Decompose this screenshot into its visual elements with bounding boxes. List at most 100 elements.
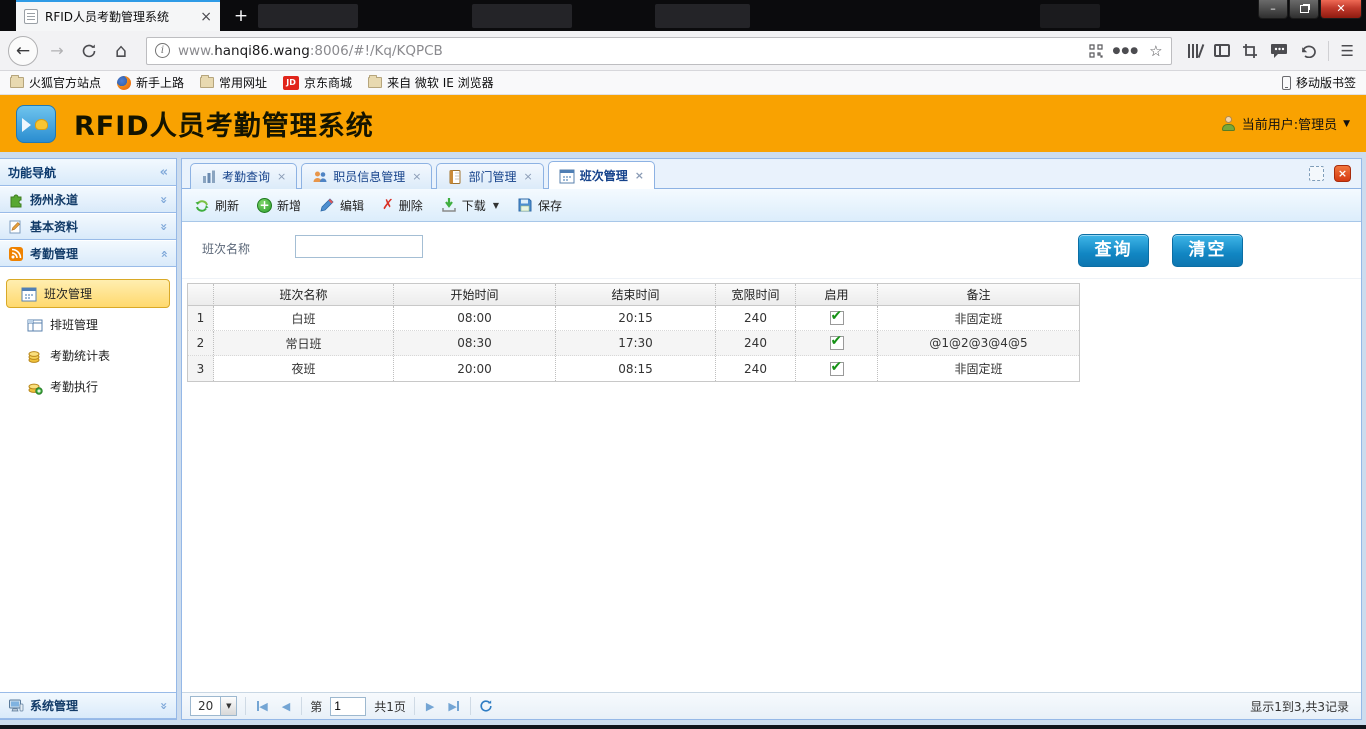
table-row[interactable]: 2 常日班 08:30 17:30 240 ✔ @1@2@3@4@5	[188, 331, 1079, 356]
page-size-select[interactable]: 20 ▼	[190, 696, 237, 716]
edit-button[interactable]: 编辑	[319, 197, 364, 214]
site-info-icon[interactable]: i	[155, 43, 170, 58]
column-header[interactable]: 结束时间	[556, 284, 716, 306]
url-bar[interactable]: i www.hanqi86.wang:8006/#!/Kq/KQPCB ●●● …	[146, 37, 1172, 65]
sidebar-item-attendance-execution[interactable]: 考勤执行	[6, 372, 170, 401]
last-page-button[interactable]: ▶	[445, 700, 461, 713]
bookmark-item[interactable]: 新手上路	[117, 74, 184, 91]
reload-button[interactable]	[76, 38, 102, 64]
sidebar-group-attendance[interactable]: 考勤管理 »	[0, 240, 176, 267]
home-button[interactable]: ⌂	[108, 38, 134, 64]
back-button[interactable]: ←	[8, 36, 38, 66]
browser-titlebar: RFID人员考勤管理系统 × + – ✕	[0, 0, 1366, 31]
sidebar-toggle-icon[interactable]	[1214, 44, 1230, 57]
record-count-status: 显示1到3,共3记录	[1250, 698, 1353, 715]
tab-close-icon[interactable]: ×	[635, 169, 644, 182]
sidebar-group-system[interactable]: 系统管理 »	[0, 692, 176, 719]
sidebar-group-basic-data[interactable]: 基本资料 »	[0, 213, 176, 240]
enabled-checkbox[interactable]: ✔	[830, 362, 844, 376]
hamburger-menu-icon[interactable]: ☰	[1341, 42, 1354, 60]
tab-close-icon[interactable]: ×	[412, 170, 421, 183]
shift-name-cell: 白班	[214, 306, 394, 330]
prev-page-button[interactable]: ◀	[279, 700, 293, 713]
firefox-icon	[117, 76, 131, 90]
bookmark-item[interactable]: JD京东商城	[283, 74, 352, 91]
mobile-bookmarks[interactable]: 移动版书签	[1282, 74, 1356, 91]
browser-tab-active[interactable]: RFID人员考勤管理系统 ×	[16, 0, 220, 31]
restore-icon	[1300, 5, 1309, 13]
row-number: 2	[188, 331, 214, 355]
undo-icon[interactable]	[1300, 44, 1316, 58]
sidebar-collapse-icon[interactable]: «	[160, 165, 168, 180]
download-dropdown-caret-icon[interactable]: ▼	[493, 201, 499, 210]
save-button[interactable]: 保存	[517, 197, 562, 214]
tab-close-icon[interactable]: ×	[200, 9, 212, 25]
bookmark-folder[interactable]: 常用网址	[200, 74, 267, 91]
chat-icon[interactable]	[1270, 43, 1288, 58]
browser-tab-title: RFID人员考勤管理系统	[45, 8, 193, 25]
window-controls: – ✕	[1257, 0, 1362, 19]
first-page-button[interactable]: ◀	[254, 700, 270, 713]
notebook-icon	[447, 169, 463, 185]
coins-add-icon	[27, 379, 43, 395]
tab-attendance-query[interactable]: 考勤查询 ×	[190, 163, 297, 189]
clear-button[interactable]: 清空	[1172, 234, 1243, 267]
chevron-down-icon: »	[157, 223, 171, 231]
window-restore-button[interactable]	[1289, 0, 1319, 19]
shift-name-input[interactable]	[295, 235, 423, 258]
forward-button[interactable]: →	[44, 38, 70, 64]
new-tab-button[interactable]: +	[228, 4, 254, 28]
window-minimize-button[interactable]: –	[1258, 0, 1288, 19]
maximize-panel-icon[interactable]	[1309, 166, 1324, 181]
grace-time-cell: 240	[716, 331, 796, 355]
pager-refresh-icon[interactable]	[479, 699, 493, 713]
column-header[interactable]: 备注	[878, 284, 1079, 306]
table-row[interactable]: 1 白班 08:00 20:15 240 ✔ 非固定班	[188, 306, 1079, 331]
tab-shift-management-active[interactable]: 班次管理 ×	[548, 161, 655, 189]
refresh-button[interactable]: 刷新	[194, 197, 239, 214]
screenshot-icon[interactable]	[1242, 43, 1258, 59]
query-button[interactable]: 查询	[1078, 234, 1149, 267]
tab-close-icon[interactable]: ×	[277, 170, 286, 183]
tab-department-management[interactable]: 部门管理 ×	[436, 163, 543, 189]
bookmark-folder[interactable]: 来自 微软 IE 浏览器	[368, 74, 494, 91]
column-header[interactable]: 启用	[796, 284, 878, 306]
next-page-button[interactable]: ▶	[423, 700, 437, 713]
enabled-checkbox[interactable]: ✔	[830, 336, 844, 350]
sidebar-header: 功能导航 «	[0, 159, 176, 186]
column-header[interactable]: 开始时间	[394, 284, 556, 306]
shift-name-cell: 常日班	[214, 331, 394, 355]
sidebar-item-shift-management[interactable]: 班次管理	[6, 279, 170, 308]
sidebar-item-schedule-management[interactable]: 排班管理	[6, 310, 170, 339]
enabled-checkbox[interactable]: ✔	[830, 311, 844, 325]
tab-close-icon[interactable]: ×	[523, 170, 532, 183]
start-time-cell: 08:30	[394, 331, 556, 355]
browser-window: RFID人员考勤管理系统 × + – ✕ ← → ⌂ i www.hanqi86…	[0, 0, 1366, 729]
column-header[interactable]: 班次名称	[214, 284, 394, 306]
url-text[interactable]: www.hanqi86.wang:8006/#!/Kq/KQPCB	[178, 43, 1081, 59]
table-row[interactable]: 3 夜班 20:00 08:15 240 ✔ 非固定班	[188, 356, 1079, 381]
add-button[interactable]: + 新增	[257, 197, 301, 214]
page-number-input[interactable]	[330, 697, 366, 716]
browser-navbar: ← → ⌂ i www.hanqi86.wang:8006/#!/Kq/KQPC…	[0, 31, 1366, 71]
row-number: 1	[188, 306, 214, 330]
page-actions-icon[interactable]: ●●●	[1113, 46, 1140, 56]
main-layout: 功能导航 « 扬州永道 » 基本资料 » 考勤管理 » 班次管	[0, 152, 1366, 725]
delete-button[interactable]: ✗ 删除	[382, 197, 423, 214]
page-favicon	[24, 9, 38, 24]
current-user-menu[interactable]: 当前用户:管理员 ▼	[1221, 114, 1350, 133]
bookmark-folder[interactable]: 火狐官方站点	[10, 74, 101, 91]
window-close-button[interactable]: ✕	[1320, 0, 1362, 19]
library-icon[interactable]	[1188, 44, 1202, 58]
column-header[interactable]: 宽限时间	[716, 284, 796, 306]
folder-icon	[368, 77, 382, 88]
close-panel-icon[interactable]: ×	[1334, 165, 1351, 182]
app-header: RFID人员考勤管理系统 当前用户:管理员 ▼	[0, 95, 1366, 152]
download-button[interactable]: 下载 ▼	[441, 197, 499, 214]
sidebar-group-yangzhou[interactable]: 扬州永道 »	[0, 186, 176, 213]
tab-staff-info-management[interactable]: 职员信息管理 ×	[301, 163, 432, 189]
qr-code-icon[interactable]	[1089, 44, 1103, 58]
sidebar-item-attendance-statistics[interactable]: 考勤统计表	[6, 341, 170, 370]
stats-building-icon	[201, 169, 217, 185]
bookmark-star-icon[interactable]: ☆	[1149, 42, 1162, 60]
